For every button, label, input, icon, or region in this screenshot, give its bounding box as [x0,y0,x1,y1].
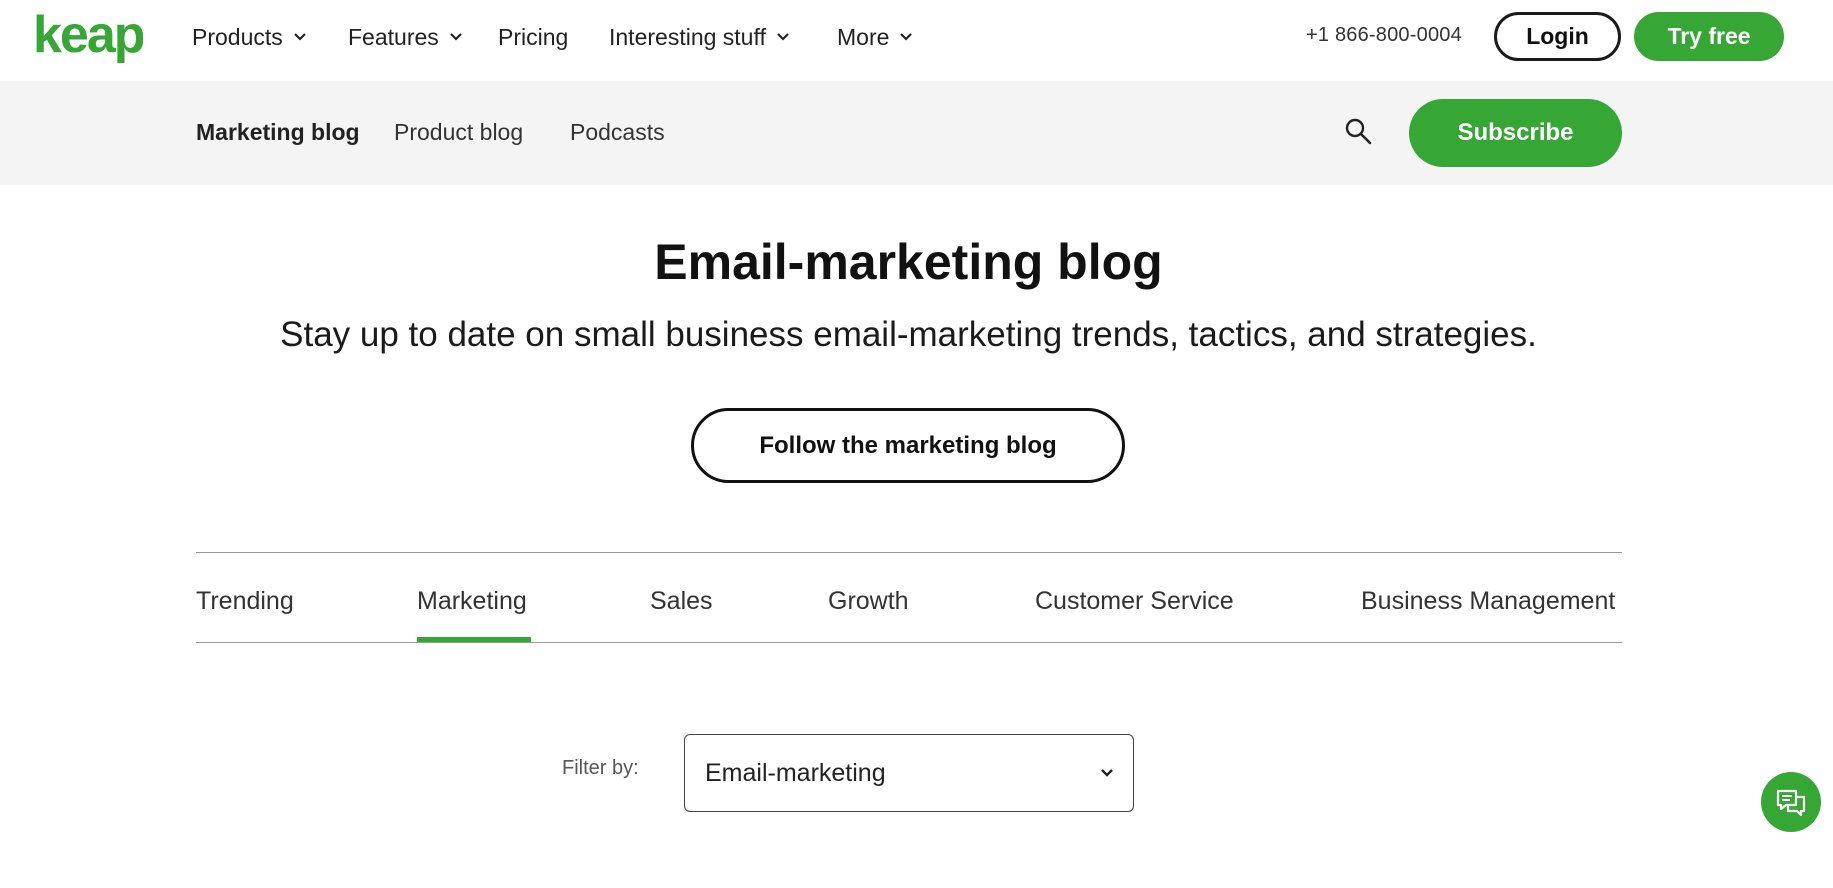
tab-growth[interactable]: Growth [828,587,909,616]
subnav-podcasts[interactable]: Podcasts [570,119,665,146]
tab-sales[interactable]: Sales [650,587,713,616]
page-subtitle: Stay up to date on small business email-… [280,315,1537,354]
nav-pricing[interactable]: Pricing [498,22,568,52]
phone-number[interactable]: +1 866-800-0004 [1306,24,1462,47]
tabs-divider-top [196,552,1622,553]
chevron-down-icon [900,33,913,41]
chat-icon[interactable] [1761,772,1821,832]
login-button[interactable]: Login [1494,12,1621,61]
nav-interesting-stuff-label: Interesting stuff [609,23,766,50]
svg-text:keap: keap [33,10,143,64]
tab-trending[interactable]: Trending [196,587,294,616]
tab-business-management[interactable]: Business Management [1361,587,1615,616]
subnav-marketing-blog[interactable]: Marketing blog [196,119,360,146]
tabs-divider-bottom [196,642,1622,643]
keap-logo[interactable]: keap [33,10,143,64]
page-title: Email-marketing blog [654,234,1163,290]
follow-blog-button[interactable]: Follow the marketing blog [691,408,1125,483]
try-free-button[interactable]: Try free [1634,12,1784,61]
chevron-down-icon [449,33,462,41]
blog-subnav: Marketing blog Product blog Podcasts Sub… [0,81,1833,185]
nav-interesting-stuff[interactable]: Interesting stuff [609,22,790,52]
nav-more-label: More [837,23,890,50]
filter-select[interactable]: Email-marketing [684,734,1134,812]
chevron-down-icon [1101,769,1113,777]
site-header: keap Products Features Pricing Interesti… [0,0,1833,81]
chevron-down-icon [777,33,789,41]
search-icon[interactable] [1343,116,1373,146]
nav-products-label: Products [192,23,283,50]
subnav-product-blog[interactable]: Product blog [394,119,523,146]
nav-features[interactable]: Features [348,22,463,52]
tab-customer-service[interactable]: Customer Service [1035,587,1234,616]
subscribe-button[interactable]: Subscribe [1409,99,1622,167]
filter-selected-value: Email-marketing [705,758,886,787]
tab-marketing[interactable]: Marketing [417,587,527,616]
filter-label: Filter by: [562,757,639,779]
nav-pricing-label: Pricing [498,23,569,50]
nav-products[interactable]: Products [192,22,307,52]
chevron-down-icon [293,33,306,41]
nav-more[interactable]: More [837,22,913,52]
nav-features-label: Features [348,23,439,50]
